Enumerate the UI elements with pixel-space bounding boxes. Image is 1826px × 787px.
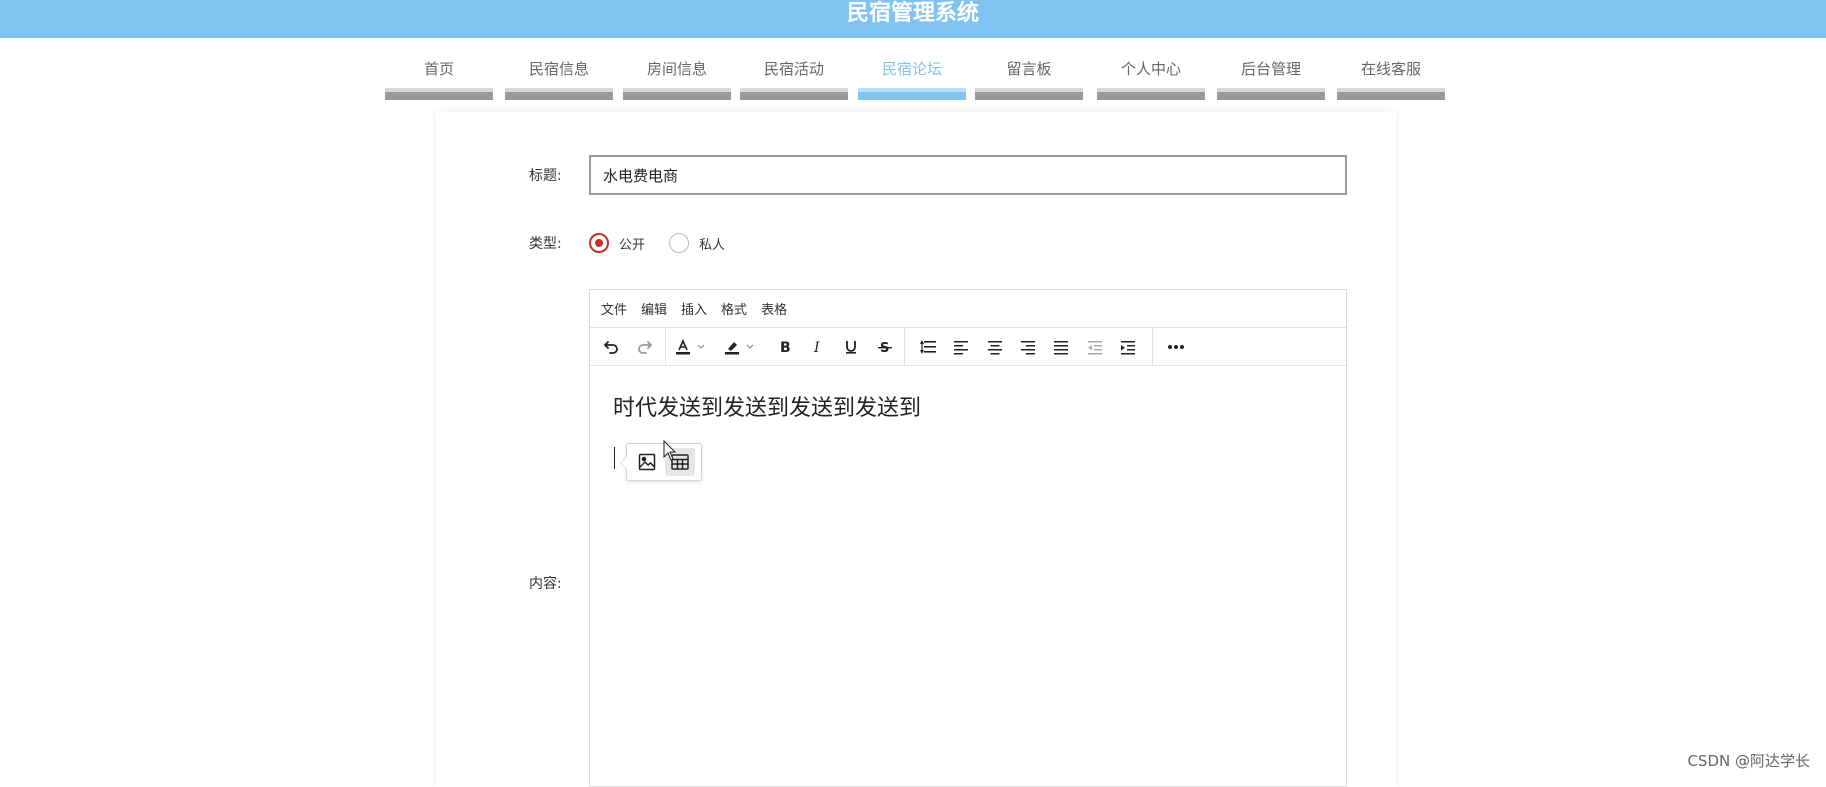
nav-item-admin[interactable]: 后台管理 (1217, 54, 1325, 100)
chevron-down-icon[interactable] (743, 334, 757, 360)
mouse-pointer-icon (663, 440, 677, 461)
main-nav: 首页 民宿信息 房间信息 民宿活动 民宿论坛 留言板 个人中心 后台管理 在线客… (385, 54, 1445, 100)
nav-item-bar (975, 88, 1083, 100)
content-label: 内容: (529, 576, 562, 592)
site-title: 民宿管理系统 (846, 1, 979, 26)
more-icon[interactable] (1163, 334, 1189, 360)
font-color-icon[interactable] (672, 334, 694, 360)
title-input[interactable] (589, 155, 1347, 195)
nav-item-label: 首页 (423, 60, 454, 78)
watermark: CSDN @阿达学长 (1687, 752, 1810, 770)
highlight-icon[interactable] (721, 334, 743, 360)
nav-item-label: 民宿活动 (763, 60, 824, 78)
header-bar: 民宿管理系统 (0, 0, 1826, 38)
nav-item-label: 房间信息 (646, 60, 707, 78)
nav-item-room-info[interactable]: 房间信息 (623, 54, 731, 100)
menu-file[interactable]: 文件 (601, 299, 627, 318)
align-right-icon[interactable] (1016, 334, 1040, 360)
strikethrough-icon[interactable]: S (873, 334, 897, 360)
nav-item-bar (1097, 88, 1205, 100)
nav-item-message-board[interactable]: 留言板 (975, 54, 1083, 100)
nav-item-home[interactable]: 首页 (385, 54, 493, 100)
nav-item-online-service[interactable]: 在线客服 (1337, 54, 1445, 100)
nav-item-activities[interactable]: 民宿活动 (740, 54, 848, 100)
underline-icon[interactable] (839, 334, 863, 360)
nav-item-bar (858, 88, 966, 100)
nav-item-homestay-info[interactable]: 民宿信息 (505, 54, 613, 100)
nav-item-bar (1337, 88, 1445, 100)
nav-item-bar (385, 88, 493, 100)
rich-text-editor: 文件 编辑 插入 格式 表格 B I S 时代发送到发送到发送到发送到 (589, 289, 1347, 787)
align-justify-icon[interactable] (1049, 334, 1073, 360)
title-label: 标题: (529, 168, 562, 184)
radio-unchecked[interactable] (669, 233, 689, 253)
indent-icon[interactable] (1116, 334, 1140, 360)
bold-icon[interactable]: B (773, 334, 797, 360)
menu-insert[interactable]: 插入 (681, 299, 707, 318)
nav-item-label: 留言板 (1006, 60, 1052, 78)
svg-text:I: I (813, 340, 820, 355)
chevron-down-icon[interactable] (694, 334, 708, 360)
nav-item-label: 在线客服 (1360, 60, 1421, 78)
nav-item-bar (740, 88, 848, 100)
type-option-label: 私人 (699, 237, 726, 253)
image-icon[interactable] (632, 448, 662, 476)
nav-item-bar (505, 88, 613, 100)
align-left-icon[interactable] (949, 334, 973, 360)
nav-item-label: 后台管理 (1240, 60, 1301, 78)
type-option-private[interactable]: 私人 (669, 233, 725, 253)
radio-checked[interactable] (589, 233, 609, 253)
nav-item-bar (623, 88, 731, 100)
type-label: 类型: (529, 236, 562, 252)
line-height-icon[interactable] (916, 334, 940, 360)
nav-item-label: 民宿信息 (528, 60, 589, 78)
editor-content-text[interactable]: 时代发送到发送到发送到发送到 (613, 390, 921, 422)
nav-item-personal-center[interactable]: 个人中心 (1097, 54, 1205, 100)
align-center-icon[interactable] (983, 334, 1007, 360)
nav-item-forum[interactable]: 民宿论坛 (858, 54, 966, 100)
nav-item-label: 个人中心 (1120, 60, 1181, 78)
menu-edit[interactable]: 编辑 (641, 299, 667, 318)
menu-format[interactable]: 格式 (721, 299, 747, 318)
type-option-public[interactable]: 公开 (589, 233, 645, 253)
type-option-label: 公开 (619, 237, 646, 253)
italic-icon[interactable]: I (806, 334, 830, 360)
outdent-icon[interactable] (1083, 334, 1107, 360)
svg-text:B: B (780, 340, 791, 355)
undo-icon[interactable] (598, 334, 624, 360)
editor-toolbar: B I S (590, 328, 1346, 366)
nav-item-label: 民宿论坛 (881, 60, 942, 78)
redo-icon[interactable] (632, 334, 658, 360)
text-caret (614, 447, 615, 469)
nav-item-bar (1217, 88, 1325, 100)
menu-table[interactable]: 表格 (761, 299, 787, 318)
editor-menubar: 文件 编辑 插入 格式 表格 (590, 290, 1346, 328)
